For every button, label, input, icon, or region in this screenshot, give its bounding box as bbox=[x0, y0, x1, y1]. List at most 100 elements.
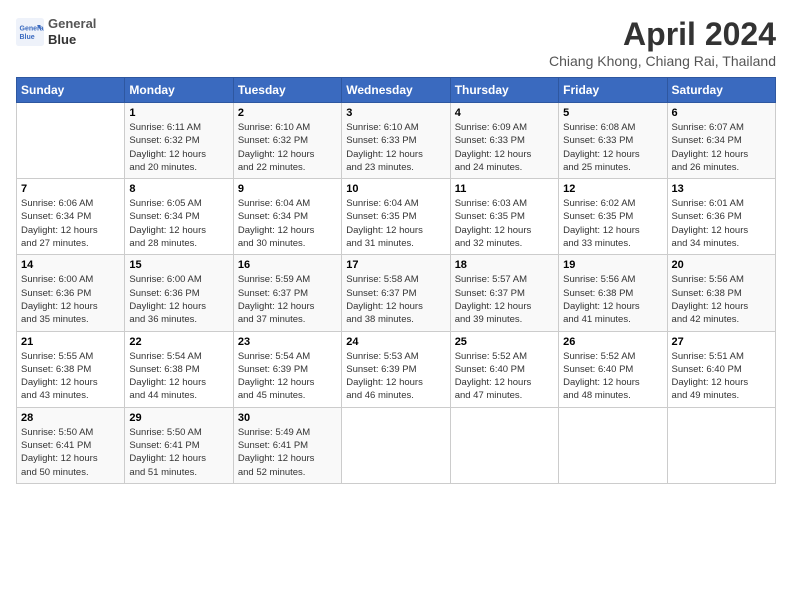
header-friday: Friday bbox=[559, 78, 667, 103]
day-number: 21 bbox=[21, 336, 120, 348]
calendar-cell: 1 Sunrise: 6:11 AM Sunset: 6:32 PM Daylig… bbox=[125, 103, 233, 179]
calendar-table: Sunday Monday Tuesday Wednesday Thursday… bbox=[16, 77, 776, 484]
calendar-cell: 5 Sunrise: 6:08 AM Sunset: 6:33 PM Daylig… bbox=[559, 103, 667, 179]
calendar-cell: 2Sunrise: 6:10 AM Sunset: 6:32 PM Daylig… bbox=[233, 103, 341, 179]
day-number: 9 bbox=[238, 183, 337, 195]
day-info: Sunrise: 5:56 AM Sunset: 6:38 PM Dayligh… bbox=[672, 273, 771, 326]
day-number: 7 bbox=[21, 183, 120, 195]
day-number: 24 bbox=[346, 336, 445, 348]
day-number: 18 bbox=[455, 259, 554, 271]
calendar-cell: 12 Sunrise: 6:02 AM Sunset: 6:35 PM Dayli… bbox=[559, 179, 667, 255]
day-info: Sunrise: 5:55 AM Sunset: 6:38 PM Dayligh… bbox=[21, 350, 120, 403]
day-info: Sunrise: 5:49 AM Sunset: 6:41 PM Dayligh… bbox=[238, 426, 337, 479]
day-number: 30 bbox=[238, 412, 337, 424]
day-number: 6 bbox=[672, 107, 771, 119]
calendar-cell: 7 Sunrise: 6:06 AM Sunset: 6:34 PM Daylig… bbox=[17, 179, 125, 255]
day-number: 25 bbox=[455, 336, 554, 348]
calendar-body: 1 Sunrise: 6:11 AM Sunset: 6:32 PM Daylig… bbox=[17, 103, 776, 484]
day-number: 10 bbox=[346, 183, 445, 195]
calendar-cell: 25 Sunrise: 5:52 AM Sunset: 6:40 PM Dayli… bbox=[450, 331, 558, 407]
calendar-cell bbox=[17, 103, 125, 179]
day-info: Sunrise: 6:07 AM Sunset: 6:34 PM Dayligh… bbox=[672, 121, 771, 174]
day-number: 4 bbox=[455, 107, 554, 119]
month-title: April 2024 bbox=[549, 16, 776, 53]
day-info: Sunrise: 6:00 AM Sunset: 6:36 PM Dayligh… bbox=[129, 273, 228, 326]
logo-line2: Blue bbox=[48, 32, 96, 48]
day-number: 8 bbox=[129, 183, 228, 195]
svg-text:Blue: Blue bbox=[20, 34, 35, 41]
calendar-header: Sunday Monday Tuesday Wednesday Thursday… bbox=[17, 78, 776, 103]
day-number: 11 bbox=[455, 183, 554, 195]
header-wednesday: Wednesday bbox=[342, 78, 450, 103]
calendar-cell: 8 Sunrise: 6:05 AM Sunset: 6:34 PM Daylig… bbox=[125, 179, 233, 255]
day-info: Sunrise: 5:56 AM Sunset: 6:38 PM Dayligh… bbox=[563, 273, 662, 326]
day-info: Sunrise: 5:54 AM Sunset: 6:39 PM Dayligh… bbox=[238, 350, 337, 403]
day-number: 5 bbox=[563, 107, 662, 119]
calendar-cell: 20 Sunrise: 5:56 AM Sunset: 6:38 PM Dayli… bbox=[667, 255, 775, 331]
calendar-cell: 10 Sunrise: 6:04 AM Sunset: 6:35 PM Dayli… bbox=[342, 179, 450, 255]
calendar-cell: 15 Sunrise: 6:00 AM Sunset: 6:36 PM Dayli… bbox=[125, 255, 233, 331]
day-info: Sunrise: 5:59 AM Sunset: 6:37 PM Dayligh… bbox=[238, 273, 337, 326]
header-saturday: Saturday bbox=[667, 78, 775, 103]
day-info: Sunrise: 6:08 AM Sunset: 6:33 PM Dayligh… bbox=[563, 121, 662, 174]
day-info: Sunrise: 6:10 AM Sunset: 6:32 PM Dayligh… bbox=[238, 121, 337, 174]
day-info: Sunrise: 5:53 AM Sunset: 6:39 PM Dayligh… bbox=[346, 350, 445, 403]
day-info: Sunrise: 5:50 AM Sunset: 6:41 PM Dayligh… bbox=[21, 426, 120, 479]
header-sunday: Sunday bbox=[17, 78, 125, 103]
logo-line1: General bbox=[48, 16, 96, 32]
day-info: Sunrise: 5:58 AM Sunset: 6:37 PM Dayligh… bbox=[346, 273, 445, 326]
day-info: Sunrise: 6:04 AM Sunset: 6:35 PM Dayligh… bbox=[346, 197, 445, 250]
calendar-cell: 29 Sunrise: 5:50 AM Sunset: 6:41 PM Dayli… bbox=[125, 407, 233, 483]
calendar-cell: 27 Sunrise: 5:51 AM Sunset: 6:40 PM Dayli… bbox=[667, 331, 775, 407]
calendar-cell bbox=[667, 407, 775, 483]
header-monday: Monday bbox=[125, 78, 233, 103]
calendar-cell: 18 Sunrise: 5:57 AM Sunset: 6:37 PM Dayli… bbox=[450, 255, 558, 331]
calendar-cell: 28 Sunrise: 5:50 AM Sunset: 6:41 PM Dayli… bbox=[17, 407, 125, 483]
day-info: Sunrise: 6:02 AM Sunset: 6:35 PM Dayligh… bbox=[563, 197, 662, 250]
calendar-cell bbox=[342, 407, 450, 483]
day-number: 13 bbox=[672, 183, 771, 195]
calendar-cell bbox=[559, 407, 667, 483]
day-number: 1 bbox=[129, 107, 228, 119]
calendar-cell: 23Sunrise: 5:54 AM Sunset: 6:39 PM Dayli… bbox=[233, 331, 341, 407]
logo-icon: General Blue bbox=[16, 18, 44, 46]
day-number: 3 bbox=[346, 107, 445, 119]
calendar-cell: 3 Sunrise: 6:10 AM Sunset: 6:33 PM Daylig… bbox=[342, 103, 450, 179]
day-info: Sunrise: 6:05 AM Sunset: 6:34 PM Dayligh… bbox=[129, 197, 228, 250]
day-info: Sunrise: 5:57 AM Sunset: 6:37 PM Dayligh… bbox=[455, 273, 554, 326]
day-info: Sunrise: 5:50 AM Sunset: 6:41 PM Dayligh… bbox=[129, 426, 228, 479]
calendar-cell: 26 Sunrise: 5:52 AM Sunset: 6:40 PM Dayli… bbox=[559, 331, 667, 407]
day-info: Sunrise: 6:04 AM Sunset: 6:34 PM Dayligh… bbox=[238, 197, 337, 250]
day-number: 19 bbox=[563, 259, 662, 271]
day-number: 15 bbox=[129, 259, 228, 271]
day-number: 27 bbox=[672, 336, 771, 348]
day-info: Sunrise: 6:10 AM Sunset: 6:33 PM Dayligh… bbox=[346, 121, 445, 174]
day-number: 29 bbox=[129, 412, 228, 424]
day-number: 17 bbox=[346, 259, 445, 271]
day-number: 26 bbox=[563, 336, 662, 348]
logo-text: General Blue bbox=[48, 16, 96, 47]
header-tuesday: Tuesday bbox=[233, 78, 341, 103]
day-number: 16 bbox=[238, 259, 337, 271]
calendar-cell: 17 Sunrise: 5:58 AM Sunset: 6:37 PM Dayli… bbox=[342, 255, 450, 331]
header: General Blue General Blue April 2024 Chi… bbox=[16, 16, 776, 69]
calendar-cell: 24 Sunrise: 5:53 AM Sunset: 6:39 PM Dayli… bbox=[342, 331, 450, 407]
day-info: Sunrise: 6:03 AM Sunset: 6:35 PM Dayligh… bbox=[455, 197, 554, 250]
calendar-cell: 9 Sunrise: 6:04 AM Sunset: 6:34 PM Daylig… bbox=[233, 179, 341, 255]
calendar-cell: 30 Sunrise: 5:49 AM Sunset: 6:41 PM Dayli… bbox=[233, 407, 341, 483]
calendar-cell: 21 Sunrise: 5:55 AM Sunset: 6:38 PM Dayli… bbox=[17, 331, 125, 407]
day-number: 12 bbox=[563, 183, 662, 195]
day-number: 14 bbox=[21, 259, 120, 271]
title-area: April 2024 Chiang Khong, Chiang Rai, Tha… bbox=[549, 16, 776, 69]
logo: General Blue General Blue bbox=[16, 16, 96, 47]
calendar-cell: 19 Sunrise: 5:56 AM Sunset: 6:38 PM Dayli… bbox=[559, 255, 667, 331]
day-number: 28 bbox=[21, 412, 120, 424]
day-info: Sunrise: 5:51 AM Sunset: 6:40 PM Dayligh… bbox=[672, 350, 771, 403]
day-number: 20 bbox=[672, 259, 771, 271]
day-info: Sunrise: 6:01 AM Sunset: 6:36 PM Dayligh… bbox=[672, 197, 771, 250]
day-info: Sunrise: 5:52 AM Sunset: 6:40 PM Dayligh… bbox=[563, 350, 662, 403]
calendar-cell: 6 Sunrise: 6:07 AM Sunset: 6:34 PM Daylig… bbox=[667, 103, 775, 179]
day-info: Sunrise: 6:06 AM Sunset: 6:34 PM Dayligh… bbox=[21, 197, 120, 250]
day-info: Sunrise: 5:52 AM Sunset: 6:40 PM Dayligh… bbox=[455, 350, 554, 403]
day-info: Sunrise: 6:11 AM Sunset: 6:32 PM Dayligh… bbox=[129, 121, 228, 174]
